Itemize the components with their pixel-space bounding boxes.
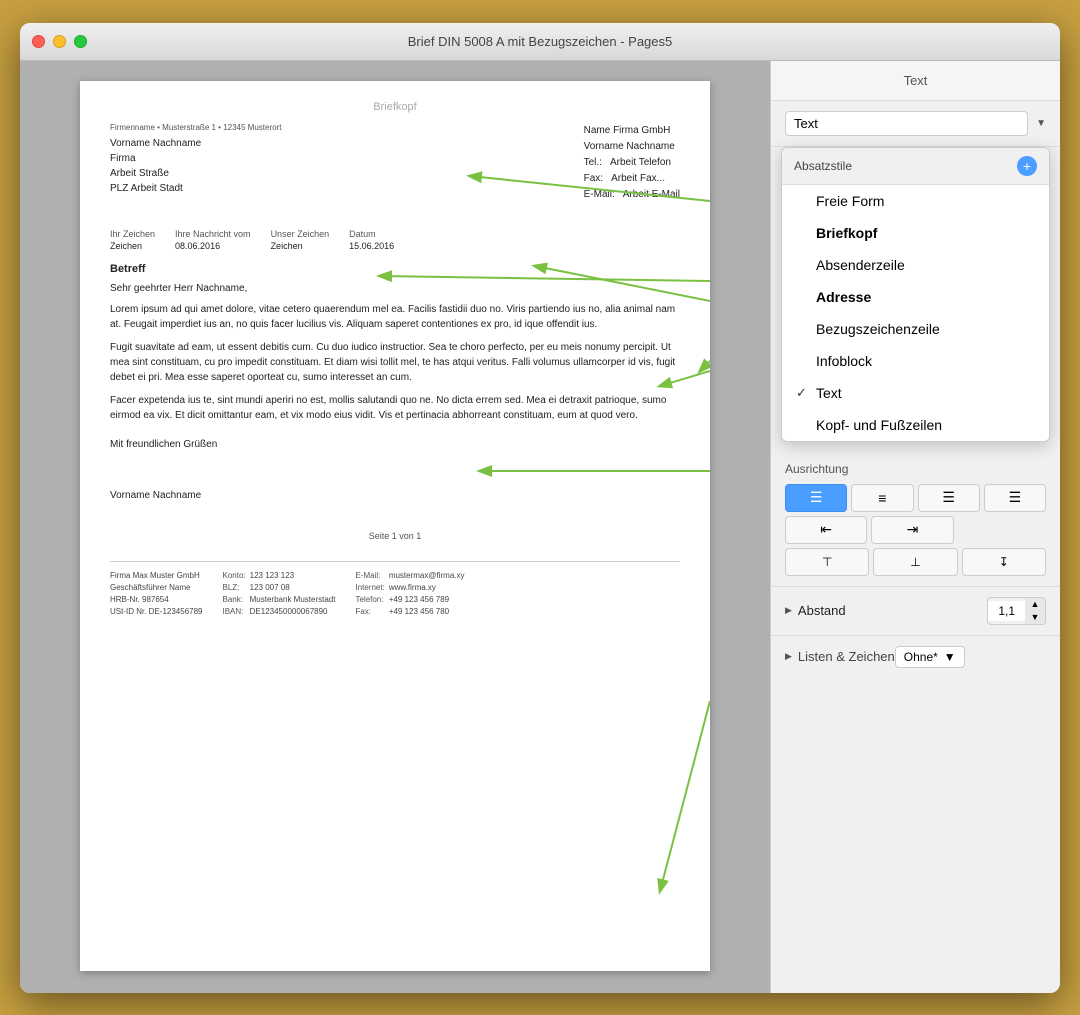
fullscreen-button[interactable] [74,35,87,48]
bez-ihr-zeichen: Ihr Zeichen Zeichen [110,229,155,251]
abstand-label: Abstand [798,603,846,618]
sender-line: Firmenname • Musterstraße 1 • 12345 Must… [110,123,281,132]
ausrichtung-section: Ausrichtung ☰ ≡ ☰ ☰ ⇤ ⇥ ⊤ ⊥ ↧ [771,452,1060,587]
indent-increase-button[interactable]: ⇥ [871,516,953,544]
align-right-button[interactable]: ☰ [918,484,980,512]
contact-fax-row: Fax: Arbeit Fax... [584,171,680,187]
check-text: ✓ [796,385,810,401]
align-center-button[interactable]: ≡ [851,484,913,512]
briefkopf-label: Briefkopf [110,101,680,113]
fax-value: Arbeit Fax... [611,171,665,187]
recipient-strasse: Arbeit Straße [110,166,281,181]
sidebar: Text Text ▼ Absatzstile + Freie Form [770,61,1060,993]
minimize-button[interactable] [53,35,66,48]
bezugszeile: Ihr Zeichen Zeichen Ihre Nachricht vom 0… [110,219,680,251]
address-block: Firmenname • Musterstraße 1 • 12345 Must… [110,123,281,203]
indent-decrease-button[interactable]: ⇤ [785,516,867,544]
abstand-up-button[interactable]: ▲ [1025,598,1045,611]
sidebar-header: Text [771,61,1060,101]
abstand-header: ▶ Abstand [785,603,846,618]
vert-bottom-button[interactable]: ↧ [962,548,1046,576]
bez-nachricht: Ihre Nachricht vom 08.06.2016 [175,229,251,251]
paragraph-1: Lorem ipsum ad qui amet dolore, vitae ce… [110,302,680,332]
betreff: Betreff [110,263,680,275]
close-button[interactable] [32,35,45,48]
window-title: Brief DIN 5008 A mit Bezugszeichen - Pag… [408,34,672,49]
vert-middle-button[interactable]: ⊥ [873,548,957,576]
listen-value: Ohne* [904,650,938,664]
listen-dropdown-arrow-icon: ▼ [944,650,956,664]
style-absenderzeile[interactable]: Absenderzeile [782,249,1049,281]
footer-col2: Konto: BLZ: Bank: IBAN: 123 123 123 123 … [223,570,336,618]
recipient-plz: PLZ Arbeit Stadt [110,181,281,196]
align-justify-button[interactable]: ☰ [984,484,1046,512]
indent-row: ⇤ ⇥ [785,516,1046,544]
abstand-stepper[interactable]: ▲ ▼ [1025,598,1045,624]
document-wrapper: Briefkopf Firmenname • Musterstraße 1 • … [80,81,710,971]
footer: Firma Max Muster GmbH Geschäftsführer Na… [110,561,680,618]
vert-row: ⊤ ⊥ ↧ [785,548,1046,576]
listen-collapse-icon[interactable]: ▶ [785,651,792,662]
dropdown-arrow-icon: ▼ [1036,118,1046,129]
align-row-1: ☰ ≡ ☰ ☰ [785,484,1046,512]
style-dropdown[interactable]: Text [785,111,1028,136]
bez-datum: Datum 15.06.2016 [349,229,394,251]
tel-value: Arbeit Telefon [610,155,671,171]
contact-name: Vorname Nachname [584,139,680,155]
abstand-control[interactable]: 1,1 ▲ ▼ [987,597,1046,625]
listen-dropdown[interactable]: Ohne* ▼ [895,646,965,668]
ausrichtung-title: Ausrichtung [785,462,1046,476]
footer-col3: E-Mail: Internet: Telefon: Fax: musterma… [355,570,464,618]
salutation: Sehr geehrter Herr Nachname, [110,283,680,294]
contact-email-row: E-Mail: Arbeit E-Mail [584,187,680,203]
tel-label: Tel.: [584,155,602,171]
paragraph-2: Fugit suavitate ad eam, ut essent debiti… [110,340,680,385]
document-canvas[interactable]: Briefkopf Firmenname • Musterstraße 1 • … [20,61,770,993]
listen-header: ▶ Listen & Zeichen [785,649,895,664]
paragraph-3: Facer expetenda ius te, sint mundi aperi… [110,393,680,423]
bez-unser-zeichen: Unser Zeichen Zeichen [271,229,330,251]
style-bezugszeichenzeile[interactable]: Bezugszeichenzeile [782,313,1049,345]
traffic-lights [32,35,87,48]
popup-header: Absatzstile + [782,148,1049,185]
recipient-name: Vorname Nachname [110,136,281,151]
signature: Vorname Nachname [110,490,680,501]
titlebar: Brief DIN 5008 A mit Bezugszeichen - Pag… [20,23,1060,61]
closing: Mit freundlichen Grüßen [110,439,680,450]
email-label: E-Mail: [584,187,615,203]
abstand-row: ▶ Abstand 1,1 ▲ ▼ [771,587,1060,636]
style-dropdown-row: Text ▼ [771,101,1060,147]
contact-company: Name Firma GmbH [584,123,680,139]
contact-right: Name Firma GmbH Vorname Nachname Tel.: A… [584,123,680,203]
style-freie-form[interactable]: Freie Form [782,185,1049,217]
style-infoblock[interactable]: Infoblock [782,345,1049,377]
style-briefkopf[interactable]: Briefkopf [782,217,1049,249]
contact-tel-row: Tel.: Arbeit Telefon [584,155,680,171]
page-number: Seite 1 von 1 [110,531,680,541]
app-window: Brief DIN 5008 A mit Bezugszeichen - Pag… [20,23,1060,993]
style-adresse[interactable]: Adresse [782,281,1049,313]
recipient-firma: Firma [110,151,281,166]
absatzstile-popup: Absatzstile + Freie Form Briefkopf Absen… [781,147,1050,442]
fax-label: Fax: [584,171,603,187]
listen-label: Listen & Zeichen [798,649,895,664]
recipient-block: Vorname Nachname Firma Arbeit Straße PLZ… [110,136,281,196]
main-area: Briefkopf Firmenname • Musterstraße 1 • … [20,61,1060,993]
listen-row: ▶ Listen & Zeichen Ohne* ▼ [771,636,1060,678]
footer-col1: Firma Max Muster GmbH Geschäftsführer Na… [110,570,203,618]
vert-top-button[interactable]: ⊤ [785,548,869,576]
style-kopf-fusszeilen[interactable]: Kopf- und Fußzeilen [782,409,1049,441]
absatzstile-title: Absatzstile [794,159,852,173]
add-style-button[interactable]: + [1017,156,1037,176]
align-left-button[interactable]: ☰ [785,484,847,512]
document-page: Briefkopf Firmenname • Musterstraße 1 • … [80,81,710,971]
abstand-value: 1,1 [988,601,1025,621]
abstand-down-button[interactable]: ▼ [1025,611,1045,624]
style-text[interactable]: ✓ Text [782,377,1049,409]
email-value: Arbeit E-Mail [623,187,680,203]
abstand-collapse-icon[interactable]: ▶ [785,605,792,616]
header-section: Firmenname • Musterstraße 1 • 12345 Must… [110,123,680,203]
